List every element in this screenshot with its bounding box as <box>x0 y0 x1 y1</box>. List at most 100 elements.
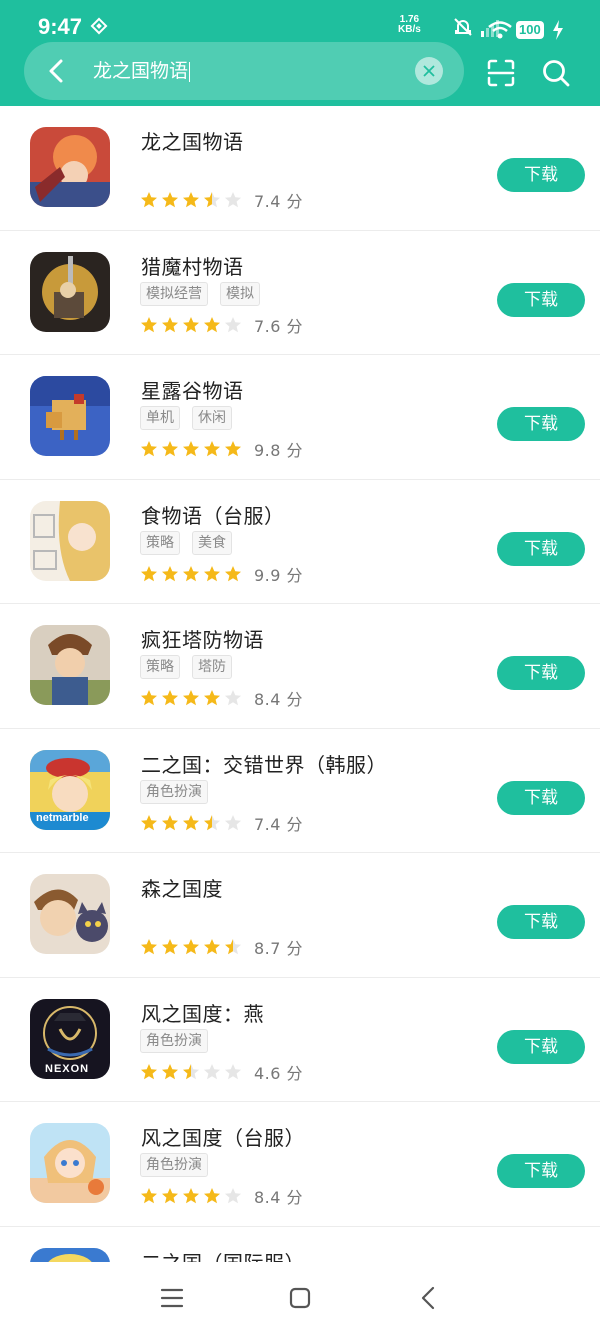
search-results-list[interactable]: 龙之国物语 7.4 分 下载 猎魔村物语 模拟经营 模拟 7.6 分 下载 星露谷… <box>0 106 600 1262</box>
game-icon-dragon[interactable] <box>30 127 110 207</box>
score-text: 7.4 分 <box>254 192 304 211</box>
game-icon-ninokuni-global[interactable] <box>30 1247 110 1262</box>
star-rating <box>140 440 242 458</box>
list-item[interactable]: 猎魔村物语 模拟经营 模拟 7.6 分 下载 <box>0 231 600 355</box>
score-text: 9.9 分 <box>254 565 304 585</box>
download-button[interactable]: 下载 <box>497 656 585 690</box>
search-box[interactable] <box>24 42 464 100</box>
search-icon[interactable] <box>541 58 571 88</box>
score-text: 8.7 分 <box>254 939 304 958</box>
download-button[interactable]: 下载 <box>497 158 585 192</box>
star-rating <box>140 1063 242 1081</box>
game-icon-chicken[interactable] <box>30 376 110 456</box>
star-icon <box>204 565 220 581</box>
star-icon <box>183 192 199 208</box>
menu-icon[interactable] <box>160 1286 184 1310</box>
scan-icon[interactable] <box>486 58 516 88</box>
sim-icon <box>90 17 108 35</box>
download-button[interactable]: 下载 <box>497 905 585 939</box>
download-button[interactable]: 下载 <box>497 282 585 317</box>
star-rating <box>140 565 242 583</box>
game-icon-hunter[interactable] <box>30 251 110 332</box>
download-button[interactable]: 下载 <box>497 780 585 815</box>
list-item[interactable]: 星露谷物语 单机 休闲 9.8 分 下载 <box>0 355 600 480</box>
star-icon <box>225 316 241 332</box>
tag-label: 策略 <box>140 655 180 679</box>
app-name[interactable]: 森之国度 <box>141 873 223 902</box>
tag-list: 角色扮演 <box>140 1153 208 1177</box>
rating: 7.4 分 <box>140 188 303 212</box>
star-icon <box>183 441 199 457</box>
game-icon-wind-tw[interactable] <box>30 1123 110 1203</box>
tag-label: 策略 <box>140 530 180 555</box>
system-nav-bar <box>0 1262 600 1333</box>
list-item[interactable]: 风之国度（台服） 角色扮演 8.4 分 下载 <box>0 1102 600 1227</box>
star-rating <box>140 689 242 707</box>
list-item[interactable]: 二之国（国际服） <box>0 1227 600 1263</box>
download-button[interactable]: 下载 <box>497 407 585 441</box>
score-text: 8.4 分 <box>254 1188 304 1207</box>
star-rating <box>140 814 242 832</box>
star-icon <box>225 441 241 457</box>
star-icon <box>162 814 178 830</box>
list-item[interactable]: 食物语（台服） 策略 美食 9.9 分 下载 <box>0 480 600 604</box>
app-name[interactable]: 风之国度：燕 <box>141 998 264 1027</box>
rating: 7.4 分 <box>140 811 303 835</box>
app-name[interactable]: 风之国度（台服） <box>141 1122 305 1151</box>
bell-muted-icon <box>454 18 472 36</box>
star-icon <box>225 690 241 706</box>
app-name[interactable]: 猎魔村物语 <box>141 251 244 280</box>
star-icon <box>162 939 178 955</box>
star-icon <box>225 1188 241 1204</box>
download-button[interactable]: 下载 <box>497 531 585 566</box>
download-button[interactable]: 下载 <box>497 1029 585 1064</box>
star-icon <box>183 1063 199 1079</box>
top-bar: 9:47 1.76 KB/s 100 龙之国物语 <box>0 0 600 106</box>
star-icon <box>162 316 178 332</box>
rating: 4.6 分 <box>140 1060 303 1084</box>
star-icon <box>183 316 199 332</box>
star-icon <box>141 1188 157 1204</box>
home-icon[interactable] <box>288 1286 312 1310</box>
list-item[interactable]: 森之国度 8.7 分 下载 <box>0 853 600 978</box>
app-name[interactable]: 龙之国物语 <box>141 126 244 155</box>
game-icon-wind-yan[interactable]: NEXON <box>30 998 110 1079</box>
star-icon <box>162 1188 178 1204</box>
app-name[interactable]: 食物语（台服） <box>141 500 285 529</box>
back-arrow-icon[interactable] <box>45 58 67 84</box>
star-icon <box>204 441 220 457</box>
score-text: 9.8 分 <box>254 441 304 460</box>
text-caret <box>189 61 191 82</box>
tag-label: 塔防 <box>192 655 232 679</box>
download-button[interactable]: 下载 <box>497 1154 585 1188</box>
wifi-icon <box>488 21 512 39</box>
tag-list: 单机 休闲 <box>140 406 232 430</box>
game-icon-ninokuni-cross[interactable]: netmarble <box>30 749 110 830</box>
star-icon <box>141 1063 157 1079</box>
list-item[interactable]: 龙之国物语 7.4 分 下载 <box>0 106 600 231</box>
list-item[interactable]: 疯狂塔防物语 策略 塔防 8.4 分 下载 <box>0 604 600 729</box>
star-icon <box>225 814 241 830</box>
star-icon <box>183 1188 199 1204</box>
list-item[interactable]: netmarble 二之国：交错世界（韩服） 角色扮演 7.4 分 下载 <box>0 729 600 853</box>
star-icon <box>141 441 157 457</box>
clear-search-button[interactable] <box>415 57 443 85</box>
tag-list: 模拟经营 模拟 <box>140 281 260 306</box>
tag-list: 角色扮演 <box>140 1028 208 1053</box>
score-text: 4.6 分 <box>254 1063 304 1083</box>
back-icon[interactable] <box>417 1286 441 1310</box>
list-item[interactable]: NEXON 风之国度：燕 角色扮演 4.6 分 下载 <box>0 978 600 1102</box>
search-query: 龙之国物语 <box>93 60 189 82</box>
star-icon <box>162 1063 178 1079</box>
app-name[interactable]: 二之国：交错世界（韩服） <box>141 749 387 778</box>
app-name[interactable]: 疯狂塔防物语 <box>141 624 264 653</box>
search-input[interactable]: 龙之国物语 <box>93 59 191 83</box>
app-name[interactable]: 星露谷物语 <box>141 375 244 404</box>
game-icon-food[interactable] <box>30 500 110 581</box>
star-icon <box>141 316 157 332</box>
rating: 8.4 分 <box>140 686 303 710</box>
star-icon <box>141 690 157 706</box>
game-icon-tower[interactable] <box>30 625 110 705</box>
game-icon-forest[interactable] <box>30 874 110 954</box>
app-name[interactable]: 二之国（国际服） <box>141 1247 305 1263</box>
